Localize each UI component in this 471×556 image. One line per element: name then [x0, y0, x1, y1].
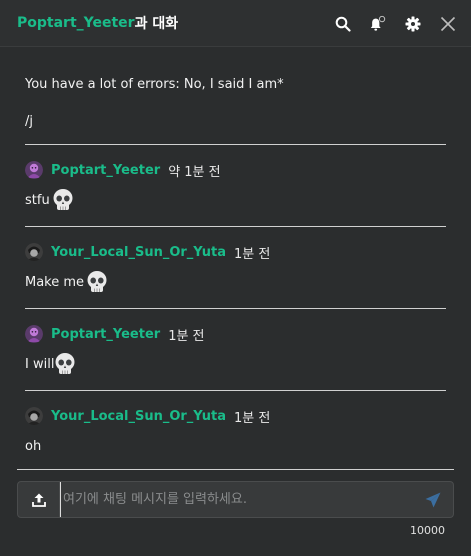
- message-text: /j: [25, 113, 33, 129]
- message-divider: [25, 390, 446, 391]
- message-item: Poptart_Yeeter 1분 전 I will: [25, 324, 446, 376]
- close-button[interactable]: [439, 15, 457, 33]
- message-composer: [17, 481, 454, 518]
- message-text: oh: [25, 438, 42, 454]
- message-divider: [25, 226, 446, 227]
- message-timestamp: 약 1분 전: [168, 164, 221, 180]
- message-continuation: You have a lot of errors: No, I said I a…: [25, 72, 446, 133]
- message-divider: [25, 308, 446, 309]
- close-icon: [440, 16, 456, 31]
- avatar[interactable]: [25, 325, 43, 343]
- message-item: Your_Local_Sun_Or_Yuta 1분 전 Make me: [25, 242, 446, 294]
- chat-partner-name[interactable]: Poptart_Yeeter: [17, 15, 135, 31]
- bell-icon: [370, 15, 386, 31]
- composer-divider: [17, 469, 454, 470]
- message-text: stfu: [25, 192, 50, 208]
- skull-emoji-icon: [55, 353, 75, 374]
- header-actions: [317, 0, 457, 47]
- upload-button[interactable]: [18, 482, 60, 517]
- message-text: I will: [25, 356, 55, 372]
- message-text: You have a lot of errors: No, I said I a…: [25, 76, 284, 92]
- skull-emoji-icon: [87, 271, 107, 292]
- settings-button[interactable]: [404, 15, 422, 33]
- skull-emoji-icon: [53, 189, 73, 210]
- message-list[interactable]: You have a lot of errors: No, I said I a…: [0, 48, 471, 469]
- chat-header: Poptart_Yeeter 과 대화: [0, 0, 471, 47]
- message-username[interactable]: Your_Local_Sun_Or_Yuta: [51, 409, 226, 424]
- message-divider: [25, 144, 446, 145]
- message-timestamp: 1분 전: [234, 410, 271, 426]
- character-limit: 10000: [410, 524, 445, 537]
- chat-title-suffix: 과 대화: [134, 16, 179, 32]
- search-button[interactable]: [334, 15, 352, 33]
- upload-icon: [31, 493, 46, 507]
- gear-icon: [405, 16, 421, 31]
- message-item: Poptart_Yeeter 약 1분 전 stfu: [25, 160, 446, 212]
- avatar[interactable]: [25, 243, 43, 261]
- message-timestamp: 1분 전: [168, 328, 205, 344]
- chat-title: Poptart_Yeeter 과 대화: [17, 13, 178, 33]
- send-button[interactable]: [413, 482, 453, 517]
- avatar[interactable]: [25, 161, 43, 179]
- message-item: Your_Local_Sun_Or_Yuta 1분 전 oh: [25, 406, 446, 458]
- avatar[interactable]: [25, 407, 43, 425]
- message-username[interactable]: Poptart_Yeeter: [51, 327, 160, 342]
- message-text: Make me: [25, 274, 85, 290]
- message-username[interactable]: Your_Local_Sun_Or_Yuta: [51, 245, 226, 260]
- notifications-button[interactable]: [369, 15, 387, 33]
- message-timestamp: 1분 전: [234, 246, 271, 262]
- send-icon: [425, 492, 441, 507]
- message-username[interactable]: Poptart_Yeeter: [51, 163, 160, 178]
- chat-message-input[interactable]: [60, 482, 413, 517]
- search-icon: [335, 16, 351, 32]
